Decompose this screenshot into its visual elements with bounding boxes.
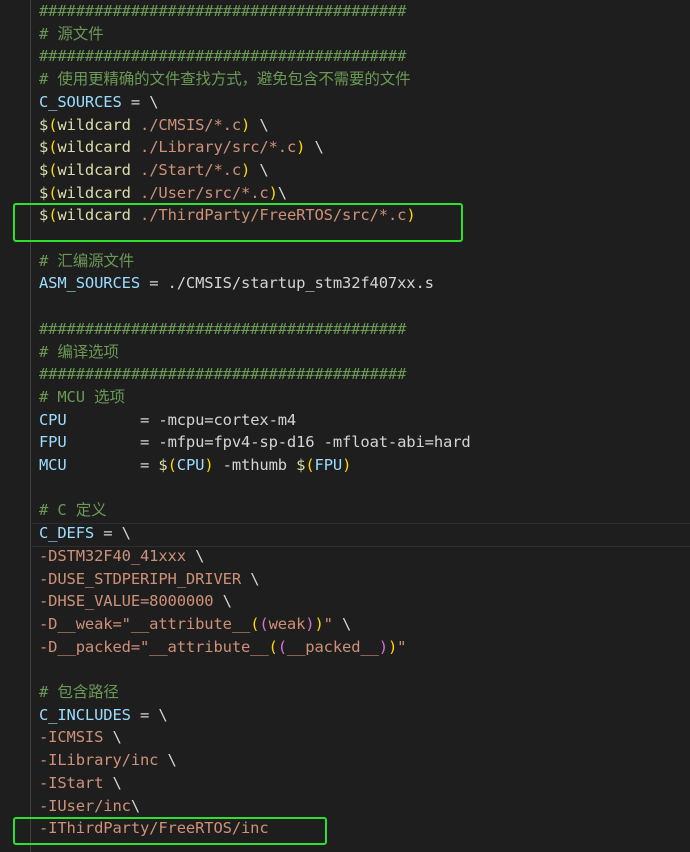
code-line[interactable]: # 使用更精确的文件查找方式，避免包含不需要的文件 bbox=[39, 68, 411, 91]
code-line[interactable]: $(wildcard ./CMSIS/*.c) \ bbox=[39, 114, 269, 137]
code-line[interactable]: -DSTM32F40_41xxx \ bbox=[39, 545, 204, 568]
code-line[interactable]: ######################################## bbox=[39, 318, 406, 341]
code-line[interactable]: CPU = -mcpu=cortex-m4 bbox=[39, 409, 296, 432]
code-line[interactable]: # 源文件 bbox=[39, 23, 104, 46]
code-line[interactable]: # 汇编源文件 bbox=[39, 250, 134, 273]
code-line[interactable]: C_SOURCES = \ bbox=[39, 91, 159, 114]
code-line[interactable]: -ICMSIS \ bbox=[39, 726, 122, 749]
code-line[interactable]: -D__packed="__attribute__((__packed__))" bbox=[39, 636, 406, 659]
code-line[interactable]: C_DEFS = \ bbox=[39, 522, 131, 545]
code-line[interactable]: $(wildcard ./Library/src/*.c) \ bbox=[39, 136, 324, 159]
code-line[interactable]: FPU = -mfpu=fpv4-sp-d16 -mfloat-abi=hard bbox=[39, 431, 471, 454]
code-line[interactable]: ######################################## bbox=[39, 45, 406, 68]
code-line[interactable]: MCU = $(CPU) -mthumb $(FPU) bbox=[39, 454, 351, 477]
code-line[interactable]: $(wildcard ./User/src/*.c)\ bbox=[39, 182, 287, 205]
highlight-box-freertos-includes bbox=[13, 817, 327, 845]
code-line[interactable]: -IStart \ bbox=[39, 772, 122, 795]
code-line[interactable]: $(wildcard ./Start/*.c) \ bbox=[39, 159, 269, 182]
code-line[interactable]: # 编译选项 bbox=[39, 341, 119, 364]
code-line[interactable]: -IUser/inc\ bbox=[39, 795, 140, 818]
code-line[interactable]: # C 定义 bbox=[39, 499, 107, 522]
code-line[interactable]: ASM_SOURCES = ./CMSIS/startup_stm32f407x… bbox=[39, 272, 434, 295]
code-editor[interactable]: ########################################… bbox=[0, 0, 690, 852]
code-line[interactable]: -DHSE_VALUE=8000000 \ bbox=[39, 590, 232, 613]
code-line[interactable]: -D__weak="__attribute__((weak))" \ bbox=[39, 613, 351, 636]
indent-guide bbox=[30, 0, 31, 852]
highlight-box-freertos-sources bbox=[13, 203, 463, 242]
code-line[interactable]: # MCU 选项 bbox=[39, 386, 125, 409]
code-line[interactable]: -ILibrary/inc \ bbox=[39, 749, 177, 772]
code-line[interactable]: C_INCLUDES = \ bbox=[39, 704, 168, 727]
code-line[interactable]: ######################################## bbox=[39, 0, 406, 23]
code-line[interactable]: ######################################## bbox=[39, 363, 406, 386]
code-line[interactable]: -DUSE_STDPERIPH_DRIVER \ bbox=[39, 568, 260, 591]
code-line[interactable]: # 包含路径 bbox=[39, 681, 119, 704]
